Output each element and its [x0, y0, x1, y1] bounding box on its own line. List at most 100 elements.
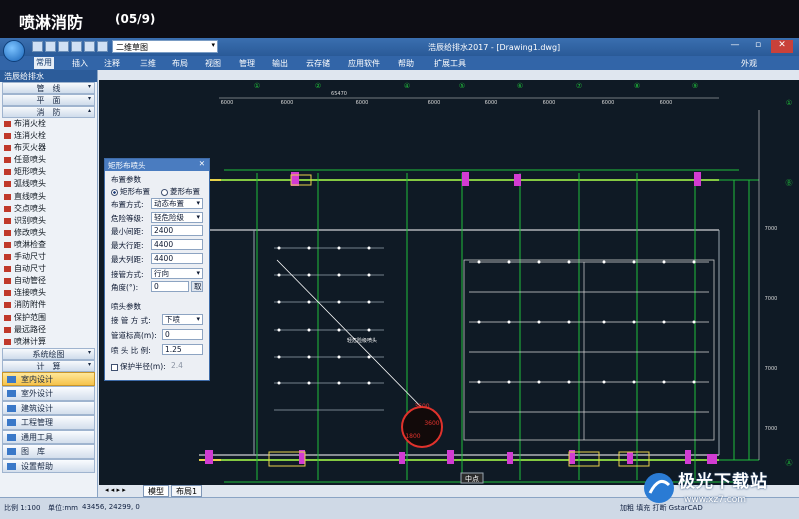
cat-calc[interactable]: 计 算 ▾ [2, 359, 95, 372]
axis-label: ⑥ [517, 82, 523, 90]
workspace-combo[interactable]: 二维草图 ▾ [112, 40, 218, 53]
field-label: 角度(°): [111, 283, 139, 292]
panel-item[interactable]: 布灭火器 [0, 142, 97, 154]
field-label: 危险等级: [111, 214, 144, 223]
big-btn-settings[interactable]: 设置帮助 [2, 458, 95, 474]
close-icon[interactable]: ✕ [771, 40, 793, 53]
maximize-icon[interactable]: ▫ [747, 40, 769, 53]
app-logo-icon[interactable] [3, 40, 25, 62]
menu-item-4[interactable]: 布局 [172, 58, 188, 69]
panel-item[interactable]: 任意喷头 [0, 154, 97, 166]
big-btn-tools[interactable]: 通用工具 [2, 429, 95, 445]
connect-mode-select[interactable]: 行向 [151, 268, 203, 279]
panel-item[interactable]: 修改喷头 [0, 227, 97, 239]
scale-text[interactable]: 比例 1:100 [4, 503, 40, 513]
hazard-level-select[interactable]: 轻危险级 [151, 212, 203, 223]
dim-label: 7000 [765, 366, 778, 372]
minimize-icon[interactable]: — [724, 40, 746, 53]
open-file-icon[interactable] [45, 41, 56, 52]
layout-mode-select[interactable]: 动态布置 [151, 198, 203, 209]
radio-rect[interactable]: 矩形布置 [111, 186, 150, 197]
menu-item-6[interactable]: 管理 [239, 58, 255, 69]
panel-item[interactable]: 最远路径 [0, 324, 97, 336]
panel-item[interactable]: 自动管径 [0, 275, 97, 287]
menu-item-10[interactable]: 帮助 [398, 58, 414, 69]
center-text: 轻危险级喷头 [347, 337, 377, 344]
menu-item-8[interactable]: 云存储 [306, 58, 330, 69]
watermark-text: 极光下载站 [678, 472, 768, 492]
dim-label: 7000 [765, 296, 778, 302]
menu-item-11[interactable]: 扩展工具 [434, 58, 466, 69]
field-label: 最小间距: [111, 227, 144, 236]
title-bar: 二维草图 ▾ 浩辰给排水2017 - [Drawing1.dwg] — ▫ ✕ [0, 38, 799, 56]
axis-label: Ⓑ [786, 179, 793, 187]
panel-item[interactable]: 连接喷头 [0, 287, 97, 299]
radio-diamond[interactable]: 菱形布置 [161, 186, 200, 197]
head-scale-input[interactable]: 1.25 [162, 344, 203, 355]
pick-angle-button[interactable]: 取 [191, 281, 203, 292]
axis-label: ② [315, 82, 321, 90]
min-spacing-input[interactable]: 2400 [151, 225, 203, 236]
cat-pipeline[interactable]: 管 线 ▾ [2, 82, 95, 94]
tab-nav-icon[interactable]: ◂ ◂ ▸ ▸ [105, 486, 126, 494]
menu-item-1[interactable]: 插入 [72, 58, 88, 69]
save-icon[interactable] [58, 41, 69, 52]
axis-label: ① [254, 82, 260, 90]
print-icon[interactable] [84, 41, 95, 52]
panel-item[interactable]: 布消火栓 [0, 118, 97, 130]
axis-label: ⑤ [459, 82, 465, 90]
tab-layout1[interactable]: 布局1 [171, 485, 203, 497]
axis-label: ⑧ [634, 82, 640, 90]
panel-item[interactable]: 自动尺寸 [0, 263, 97, 275]
dim-label: 6000 [543, 100, 556, 106]
dim-label: 6000 [356, 100, 369, 106]
watermark: 极光下载站 www.xz7.com [640, 465, 795, 519]
coords-text: 43456, 24299, 0 [82, 503, 140, 511]
menu-item-9[interactable]: 应用软件 [348, 58, 380, 69]
big-btn-building[interactable]: 建筑设计 [2, 400, 95, 416]
appearance-menu[interactable]: 外观 [741, 58, 757, 69]
side-panel: 浩辰给排水 管 线 ▾ 平 面 ▾ 消 防 ▴ 布消火栓 连消火栓 布灭火器 任意喷头… [0, 70, 98, 500]
big-btn-project[interactable]: 工程管理 [2, 415, 95, 430]
menu-bar: 常用 插入 注释 三维 布局 视图 管理 输出 云存储 应用软件 帮助 扩展工具… [0, 56, 799, 70]
panel-item[interactable]: 连消火栓 [0, 130, 97, 142]
tab-model[interactable]: 模型 [143, 485, 169, 497]
slide-counter: (05/9) [115, 12, 156, 26]
menu-item-7[interactable]: 输出 [272, 58, 288, 69]
protect-radius-checkbox[interactable]: 保护半径(m): [111, 361, 166, 372]
new-file-icon[interactable] [32, 41, 43, 52]
cat-fire[interactable]: 消 防 ▴ [2, 106, 95, 118]
dim-label: 7000 [765, 226, 778, 232]
cat-system-drawing[interactable]: 系统绘图 ▾ [2, 347, 95, 360]
panel-item[interactable]: 交点喷头 [0, 203, 97, 215]
big-btn-outdoor[interactable]: 室外设计 [2, 386, 95, 401]
big-btn-library[interactable]: 图 库 [2, 444, 95, 459]
menu-item-0[interactable]: 常用 [34, 57, 54, 69]
menu-item-3[interactable]: 三维 [140, 58, 156, 69]
marker-label-1: 3600 [414, 403, 429, 410]
field-label: 最大行距: [111, 241, 144, 250]
panel-item[interactable]: 识别喷头 [0, 215, 97, 227]
angle-input[interactable]: 0 [151, 281, 189, 292]
dialog-close-icon[interactable]: ✕ [199, 159, 205, 168]
max-col-spacing-input[interactable]: 4400 [151, 253, 203, 264]
pipe-elevation-input[interactable]: 0 [162, 329, 203, 340]
watermark-logo-icon [644, 473, 674, 503]
undo-icon[interactable] [97, 41, 108, 52]
big-btn-indoor[interactable]: 室内设计 [2, 371, 95, 387]
cat-plan[interactable]: 平 面 ▾ [2, 94, 95, 106]
panel-item[interactable]: 手动尺寸 [0, 251, 97, 263]
panel-item[interactable]: 保护范围 [0, 312, 97, 324]
panel-item[interactable]: 矩形喷头 [0, 166, 97, 178]
pipe-connect-select[interactable]: 下喷 [162, 314, 203, 325]
panel-item[interactable]: 消防附件 [0, 299, 97, 311]
panel-item[interactable]: 喷淋计算 [0, 336, 97, 348]
panel-item[interactable]: 直线喷头 [0, 191, 97, 203]
menu-item-2[interactable]: 注释 [104, 58, 120, 69]
max-row-spacing-input[interactable]: 4400 [151, 239, 203, 250]
save-as-icon[interactable] [71, 41, 82, 52]
menu-item-5[interactable]: 视图 [205, 58, 221, 69]
panel-item[interactable]: 弧线喷头 [0, 178, 97, 190]
panel-item[interactable]: 喷淋检查 [0, 239, 97, 251]
slide-header: 喷淋消防 (05/9) [0, 0, 799, 38]
